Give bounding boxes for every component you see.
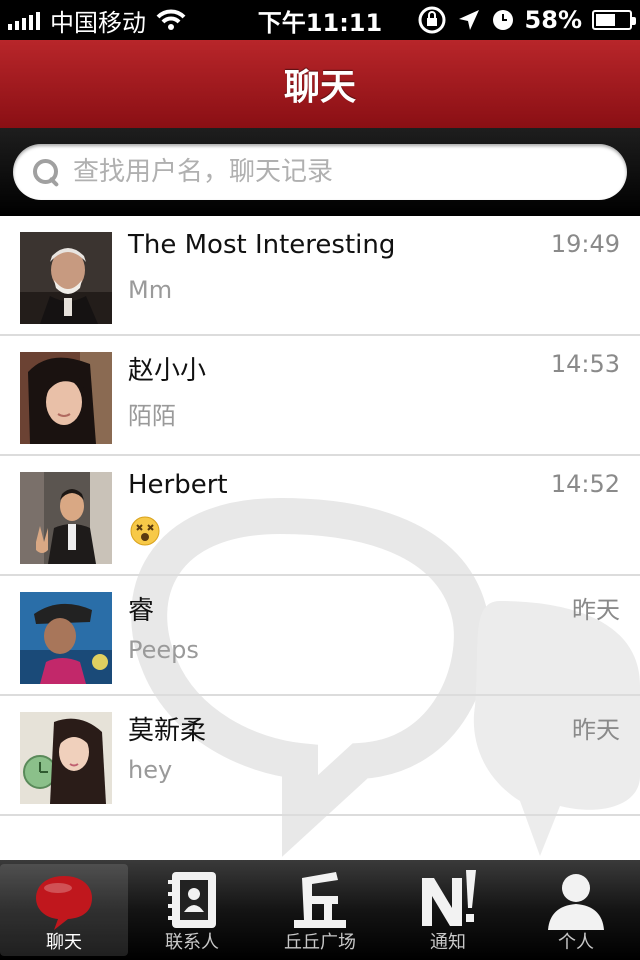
- tab-label: 聊天: [46, 932, 82, 953]
- chat-name: Herbert: [128, 470, 228, 500]
- tab-profile[interactable]: 个人: [512, 860, 640, 960]
- avatar: [20, 472, 112, 564]
- search-bar: [0, 128, 640, 216]
- chat-time: 19:49: [550, 230, 620, 258]
- status-bar: 中国移动 下午11:11 58%: [0, 0, 640, 40]
- signal-strength-icon: [8, 10, 40, 30]
- chat-name: 睿: [128, 596, 155, 626]
- chat-row[interactable]: Herbert 14:52: [0, 456, 640, 576]
- battery-level-fill: [596, 14, 615, 26]
- alarm-clock-icon: [492, 10, 513, 30]
- page-title: 聊天: [283, 67, 356, 108]
- chat-preview: Mm: [128, 276, 173, 304]
- tab-label: 个人: [558, 932, 594, 953]
- tab-plaza[interactable]: 丘丘广场: [256, 860, 384, 960]
- status-time: 下午11:11: [257, 8, 383, 37]
- chat-name: 赵小小: [128, 356, 207, 386]
- chat-time: 昨天: [572, 596, 620, 624]
- person-icon: [548, 874, 604, 930]
- navigation-bar: 聊天: [0, 40, 640, 128]
- chat-time: 14:52: [550, 470, 620, 498]
- avatar: [20, 592, 112, 684]
- tab-label: 通知: [430, 932, 466, 953]
- chat-row[interactable]: 莫新柔 昨天 hey: [0, 696, 640, 816]
- tab-contacts[interactable]: 联系人: [128, 860, 256, 960]
- avatar: [20, 712, 112, 804]
- chat-preview: Peeps: [128, 636, 199, 664]
- tab-label: 丘丘广场: [284, 932, 356, 953]
- tab-bar: 聊天 联系人 丘丘广场 通知 个人: [0, 860, 640, 960]
- chat-list: The Most Interesting 19:49 Mm 赵小小 14:53 …: [0, 216, 640, 860]
- battery-percent: 58%: [524, 6, 582, 34]
- chat-screen: 中国移动 下午11:11 58% 聊天 查找用户名，聊天记录 The Most …: [0, 0, 640, 960]
- notification-n-icon: [422, 870, 476, 926]
- contacts-book-icon: [168, 872, 216, 928]
- chat-row[interactable]: 赵小小 14:53 陌陌: [0, 336, 640, 456]
- tab-label: 联系人: [165, 932, 219, 953]
- location-arrow-icon: [458, 10, 479, 30]
- chat-preview: hey: [128, 756, 173, 784]
- chat-time: 昨天: [572, 716, 620, 744]
- chat-name: The Most Interesting: [128, 230, 396, 260]
- avatar: [20, 232, 112, 324]
- chat-row[interactable]: The Most Interesting 19:49 Mm: [0, 216, 640, 336]
- search-box[interactable]: [13, 144, 627, 200]
- avatar: [20, 352, 112, 444]
- wifi-icon: [156, 9, 186, 30]
- carrier-label: 中国移动: [50, 8, 146, 37]
- chat-name: 莫新柔: [128, 716, 207, 746]
- search-input[interactable]: [73, 157, 593, 187]
- tab-chat[interactable]: 聊天: [0, 864, 128, 956]
- plaza-qiu-icon: [294, 872, 346, 928]
- rotation-lock-icon: [418, 6, 446, 34]
- chat-time: 14:53: [550, 350, 620, 378]
- search-icon: [31, 157, 61, 187]
- chat-bubble-icon: [36, 876, 92, 930]
- dizzy-face-emoji-icon: [130, 516, 160, 546]
- chat-preview: 陌陌: [128, 402, 176, 430]
- tab-notifications[interactable]: 通知: [384, 860, 512, 960]
- battery-icon: [592, 10, 636, 30]
- chat-row[interactable]: 睿 昨天 Peeps: [0, 576, 640, 696]
